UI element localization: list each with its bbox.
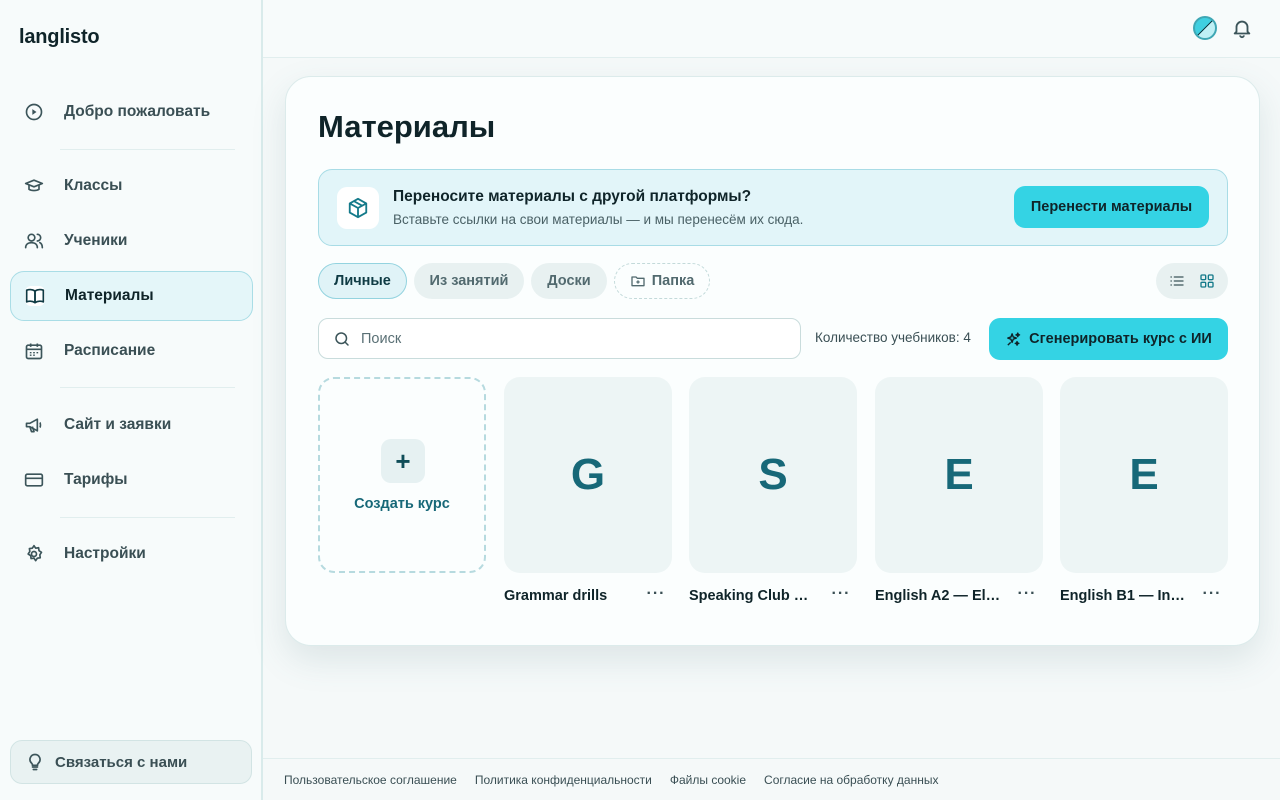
sidebar-item-label: Материалы bbox=[65, 287, 154, 304]
sidebar-item-schedule[interactable]: Расписание bbox=[10, 326, 253, 376]
sidebar-item-label: Ученики bbox=[64, 232, 128, 249]
create-course-card[interactable]: + Создать курс bbox=[318, 377, 486, 573]
banner-title: Переносите материалы с другой платформы? bbox=[393, 188, 752, 205]
more-options-icon[interactable]: ··· bbox=[1015, 585, 1039, 605]
graduation-cap-icon bbox=[10, 161, 58, 211]
footer-link-data-consent[interactable]: Согласие на обработку данных bbox=[764, 773, 938, 787]
sidebar: langlisto Добро пожаловать Классы Ученик… bbox=[0, 0, 263, 800]
sidebar-item-label: Сайт и заявки bbox=[64, 416, 172, 433]
sidebar-item-label: Тарифы bbox=[64, 471, 128, 488]
bell-icon[interactable] bbox=[1231, 17, 1253, 39]
textbook-count: Количество учебников: 4 bbox=[815, 330, 971, 345]
footer: Пользовательское соглашение Политика кон… bbox=[263, 758, 1280, 800]
more-options-icon[interactable]: ··· bbox=[644, 585, 668, 605]
course-card: G Grammar drills ··· bbox=[504, 377, 672, 604]
grid-icon bbox=[1200, 274, 1214, 288]
page-title: Материалы bbox=[318, 109, 496, 144]
more-options-icon[interactable]: ··· bbox=[829, 585, 853, 605]
tab-boards[interactable]: Доски bbox=[531, 263, 607, 299]
generate-ai-course-button[interactable]: Сгенерировать курс с ИИ bbox=[989, 318, 1228, 360]
search-input[interactable] bbox=[361, 330, 761, 347]
migration-banner: Переносите материалы с другой платформы?… bbox=[318, 169, 1228, 246]
sidebar-item-classes[interactable]: Классы bbox=[10, 161, 253, 211]
avatar[interactable] bbox=[1193, 16, 1217, 40]
sparkles-icon bbox=[1007, 331, 1021, 346]
new-folder-button[interactable]: Папка bbox=[614, 263, 710, 299]
materials-card: Материалы Переносите материалы с другой … bbox=[285, 76, 1260, 646]
play-circle-icon bbox=[10, 87, 58, 137]
gear-icon bbox=[10, 529, 58, 579]
sidebar-item-label: Классы bbox=[64, 177, 123, 194]
footer-link-user-agreement[interactable]: Пользовательское соглашение bbox=[284, 773, 457, 787]
course-title[interactable]: Speaking Club — ... bbox=[689, 588, 817, 604]
app-logo[interactable]: langlisto bbox=[19, 26, 100, 49]
course-thumbnail[interactable]: E bbox=[1060, 377, 1228, 573]
box-icon bbox=[337, 187, 379, 229]
credit-card-icon bbox=[10, 455, 58, 505]
divider bbox=[60, 517, 235, 518]
book-icon bbox=[11, 271, 59, 321]
list-icon bbox=[1170, 276, 1184, 286]
course-thumbnail[interactable]: E bbox=[875, 377, 1043, 573]
view-toggle bbox=[1156, 263, 1228, 299]
create-course-label: Создать курс bbox=[354, 496, 450, 512]
generate-label: Сгенерировать курс с ИИ bbox=[1029, 331, 1212, 347]
folder-plus-icon bbox=[631, 276, 645, 287]
tab-from-lessons[interactable]: Из занятий bbox=[414, 263, 524, 299]
sidebar-item-materials[interactable]: Материалы bbox=[10, 271, 253, 321]
plus-icon: + bbox=[381, 439, 425, 483]
lightbulb-icon bbox=[29, 753, 41, 771]
tab-personal[interactable]: Личные bbox=[318, 263, 407, 299]
course-thumbnail[interactable]: S bbox=[689, 377, 857, 573]
sidebar-item-label: Настройки bbox=[64, 545, 146, 562]
course-card: E English A2 — Ele... ··· bbox=[875, 377, 1043, 604]
more-options-icon[interactable]: ··· bbox=[1200, 585, 1224, 605]
divider bbox=[60, 387, 235, 388]
calendar-icon bbox=[10, 326, 58, 376]
banner-subtitle: Вставьте ссылки на свои материалы — и мы… bbox=[393, 212, 804, 227]
footer-link-privacy-policy[interactable]: Политика конфиденциальности bbox=[475, 773, 652, 787]
sidebar-item-settings[interactable]: Настройки bbox=[10, 529, 253, 579]
sidebar-item-welcome[interactable]: Добро пожаловать bbox=[10, 87, 253, 137]
course-card: E English B1 — Inte... ··· bbox=[1060, 377, 1228, 604]
search-icon bbox=[335, 331, 349, 346]
course-card: S Speaking Club — ... ··· bbox=[689, 377, 857, 604]
search-box bbox=[318, 318, 801, 359]
top-bar bbox=[263, 0, 1280, 58]
megaphone-icon bbox=[10, 400, 58, 450]
divider bbox=[60, 149, 235, 150]
users-icon bbox=[10, 216, 58, 266]
contact-us-label: Связаться с нами bbox=[55, 753, 188, 771]
sidebar-item-pricing[interactable]: Тарифы bbox=[10, 455, 253, 505]
transfer-materials-button[interactable]: Перенести материалы bbox=[1014, 186, 1209, 228]
sidebar-item-site[interactable]: Сайт и заявки bbox=[10, 400, 253, 450]
sidebar-item-label: Добро пожаловать bbox=[64, 103, 211, 120]
footer-link-cookies[interactable]: Файлы cookie bbox=[670, 773, 746, 787]
course-title[interactable]: English A2 — Ele... bbox=[875, 588, 1003, 604]
sidebar-item-students[interactable]: Ученики bbox=[10, 216, 253, 266]
sidebar-item-label: Расписание bbox=[64, 342, 156, 359]
list-view-button[interactable] bbox=[1163, 267, 1191, 295]
contact-us-button[interactable]: Связаться с нами bbox=[10, 740, 252, 784]
course-title[interactable]: Grammar drills bbox=[504, 588, 632, 604]
folder-label: Папка bbox=[651, 273, 695, 289]
course-title[interactable]: English B1 — Inte... bbox=[1060, 588, 1188, 604]
grid-view-button[interactable] bbox=[1193, 267, 1221, 295]
course-thumbnail[interactable]: G bbox=[504, 377, 672, 573]
